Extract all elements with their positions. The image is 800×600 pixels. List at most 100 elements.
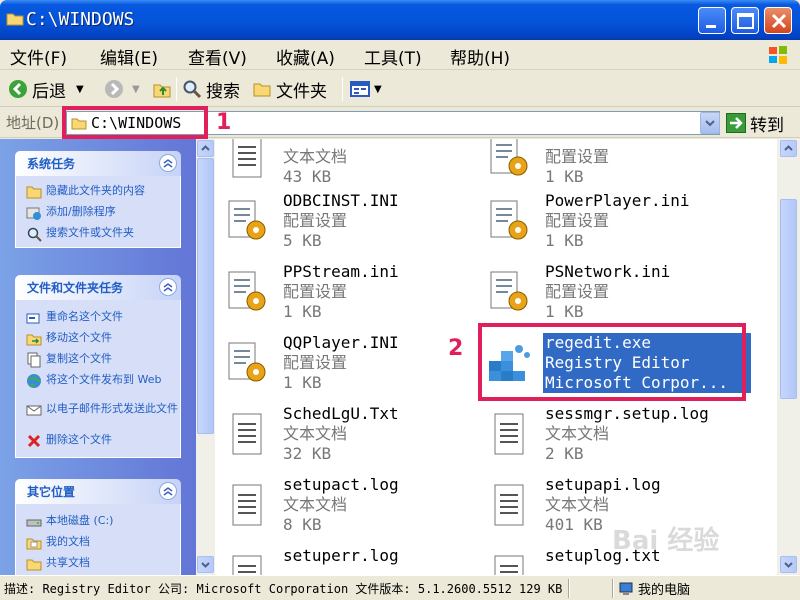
close-button[interactable] — [764, 7, 792, 34]
toolbar: 后退 ▼ ▼ 搜索 文件夹 ▼ — [0, 71, 800, 107]
back-button[interactable]: 后退 ▼ — [8, 77, 84, 102]
file-item[interactable]: ODBCINST.INI 配置设置 5 KB — [223, 191, 493, 257]
minimize-button[interactable] — [698, 7, 726, 34]
file-item[interactable]: 文本文档 43 KB — [223, 139, 493, 193]
place-local-disk[interactable]: 本地磁盘 (C:) — [26, 514, 178, 530]
folder-up-icon — [153, 84, 171, 98]
scroll-thumb[interactable] — [780, 199, 797, 399]
toolbar-separator — [342, 77, 343, 101]
menu-view[interactable]: 查看(V) — [188, 44, 247, 69]
forward-dropdown-icon[interactable]: ▼ — [132, 84, 140, 95]
annotation-number-2: 2 — [448, 336, 464, 361]
task-pane: 系统任务 隐藏此文件夹的内容 添加/删除程序 搜索文件或文件夹 文件和文件夹任务 — [0, 139, 196, 575]
back-dropdown-icon[interactable]: ▼ — [76, 84, 84, 95]
text-document-icon — [494, 555, 524, 575]
menu-bar: 文件(F) 编辑(E) 查看(V) 收藏(A) 工具(T) 帮助(H) — [0, 40, 800, 70]
task-hide-folder-contents[interactable]: 隐藏此文件夹的内容 — [26, 184, 178, 200]
scroll-thumb[interactable] — [197, 158, 214, 434]
text-document-icon — [232, 555, 262, 575]
search-button[interactable]: 搜索 — [182, 77, 240, 102]
menu-favorites[interactable]: 收藏(A) — [276, 44, 335, 69]
task-email-file[interactable]: 以电子邮件形式发送此文件 — [26, 402, 178, 418]
menu-edit[interactable]: 编辑(E) — [100, 44, 158, 69]
collapse-icon[interactable] — [159, 278, 177, 296]
menu-help[interactable]: 帮助(H) — [450, 44, 510, 69]
config-settings-icon — [490, 139, 528, 176]
copy-icon — [27, 352, 41, 368]
go-button[interactable]: 转到 — [726, 110, 784, 136]
task-delete-file[interactable]: 删除这个文件 — [26, 433, 178, 449]
text-document-icon — [232, 139, 262, 178]
config-settings-icon — [228, 271, 266, 311]
file-list-scrollbar[interactable] — [777, 139, 800, 575]
folder-icon — [6, 11, 24, 31]
scroll-up-button[interactable] — [780, 140, 797, 157]
task-add-remove-programs[interactable]: 添加/删除程序 — [26, 205, 178, 221]
forward-button[interactable]: ▼ — [104, 77, 140, 101]
place-my-documents[interactable]: 我的文档 — [26, 535, 178, 551]
my-computer-icon — [619, 582, 633, 595]
minimize-icon — [706, 25, 716, 28]
file-item[interactable]: sessmgr.setup.log 文本文档 2 KB — [485, 404, 755, 470]
maximize-button[interactable] — [731, 7, 759, 34]
status-bar: 描述: Registry Editor 公司: Microsoft Corpor… — [0, 575, 800, 600]
search-icon — [27, 227, 42, 242]
file-tasks-panel: 重命名这个文件 移动这个文件 复制这个文件 将这个文件发布到 Web 以电子邮件… — [15, 300, 181, 458]
task-pane-scrollbar[interactable] — [196, 139, 215, 575]
add-remove-programs-icon — [26, 207, 41, 220]
folder-hide-icon — [26, 186, 42, 199]
status-description: 描述: Registry Editor 公司: Microsoft Corpor… — [4, 582, 563, 596]
shared-documents-icon — [26, 559, 42, 571]
other-places-header[interactable]: 其它位置 — [15, 479, 181, 504]
menu-tools[interactable]: 工具(T) — [364, 44, 422, 69]
text-document-icon — [494, 413, 524, 455]
file-item[interactable]: PPStream.ini 配置设置 1 KB — [223, 262, 493, 328]
task-rename-file[interactable]: 重命名这个文件 — [26, 310, 178, 326]
task-copy-file[interactable]: 复制这个文件 — [26, 352, 178, 368]
back-arrow-icon — [9, 80, 27, 98]
annotation-box-regedit — [478, 323, 746, 401]
title-bar[interactable]: C:\WINDOWS — [0, 0, 800, 40]
text-document-icon — [232, 484, 262, 526]
views-dropdown-icon: ▼ — [374, 83, 382, 95]
folders-button[interactable]: 文件夹 — [252, 77, 327, 102]
forward-arrow-icon — [105, 80, 123, 98]
file-item[interactable]: setupact.log 文本文档 8 KB — [223, 475, 493, 541]
file-item[interactable]: PSNetwork.ini 配置设置 1 KB — [485, 262, 755, 328]
close-icon — [771, 13, 787, 29]
task-publish-web[interactable]: 将这个文件发布到 Web — [26, 373, 178, 389]
file-tasks-header[interactable]: 文件和文件夹任务 — [15, 275, 181, 300]
scroll-down-button[interactable] — [780, 556, 797, 573]
delete-icon — [27, 434, 41, 448]
email-icon — [26, 405, 42, 416]
views-button[interactable]: ▼ — [350, 77, 382, 101]
folders-label: 文件夹 — [276, 81, 327, 102]
file-item[interactable]: SchedLgU.Txt 文本文档 32 KB — [223, 404, 493, 470]
system-tasks-panel: 隐藏此文件夹的内容 添加/删除程序 搜索文件或文件夹 — [15, 176, 181, 248]
address-dropdown-button[interactable] — [700, 112, 720, 134]
scroll-up-button[interactable] — [197, 140, 214, 157]
scroll-down-button[interactable] — [197, 556, 214, 573]
config-settings-icon — [490, 271, 528, 311]
system-tasks-header[interactable]: 系统任务 — [15, 151, 181, 176]
up-button[interactable] — [152, 77, 172, 101]
config-settings-icon — [228, 200, 266, 240]
collapse-icon[interactable] — [159, 154, 177, 172]
file-item[interactable]: PowerPlayer.ini 配置设置 1 KB — [485, 191, 755, 257]
system-tasks-title: 系统任务 — [27, 157, 76, 171]
annotation-number-1: 1 — [216, 110, 232, 135]
local-disk-icon — [26, 519, 42, 527]
place-shared-documents[interactable]: 共享文档 — [26, 556, 178, 572]
file-item[interactable]: setuperr.log — [223, 546, 493, 575]
task-search-files[interactable]: 搜索文件或文件夹 — [26, 226, 178, 242]
annotation-box-address — [62, 106, 208, 139]
menu-file[interactable]: 文件(F) — [10, 44, 67, 69]
explorer-window: C:\WINDOWS 文件(F) 编辑(E) 查看(V) 收藏(A) 工具(T)… — [0, 0, 800, 600]
collapse-icon[interactable] — [159, 482, 177, 500]
task-move-file[interactable]: 移动这个文件 — [26, 331, 178, 347]
address-label: 地址(D) — [6, 114, 60, 132]
window-title: C:\WINDOWS — [26, 9, 135, 30]
other-places-title: 其它位置 — [27, 485, 76, 499]
file-item[interactable]: 配置设置 1 KB — [485, 139, 755, 193]
go-arrow-icon — [726, 113, 746, 133]
